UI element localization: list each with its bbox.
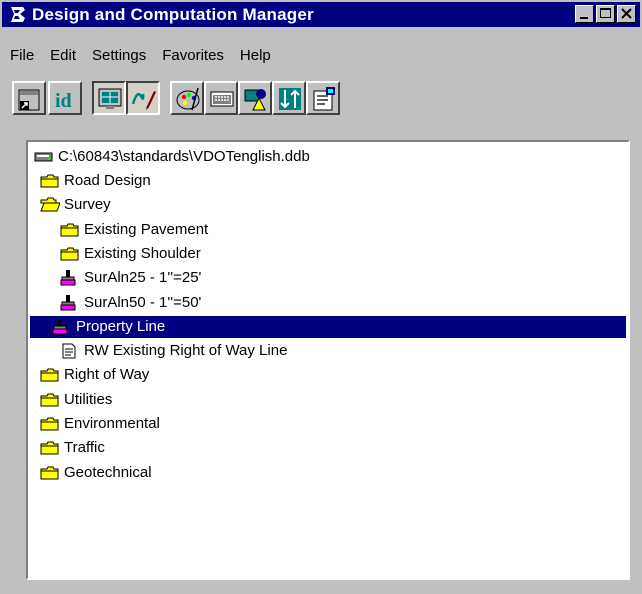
folder-icon bbox=[40, 440, 60, 456]
menu-bar: File Edit Settings Favorites Help bbox=[2, 44, 279, 68]
id-icon: id bbox=[55, 90, 72, 112]
window-title: Design and Computation Manager bbox=[32, 5, 314, 24]
tree-item-road-design[interactable]: Road Design bbox=[32, 170, 151, 192]
tool-monitor-button[interactable] bbox=[92, 81, 126, 115]
tree-item-traffic[interactable]: Traffic bbox=[32, 437, 105, 459]
tree-item-label: Geotechnical bbox=[64, 463, 152, 481]
menu-favorites[interactable]: Favorites bbox=[154, 44, 232, 68]
tree-item-label: Existing Pavement bbox=[84, 220, 209, 238]
tree-item-label: Property Line bbox=[76, 317, 166, 335]
tree-item-suraln25-1-25[interactable]: SurAln25 - 1''=25' bbox=[52, 267, 201, 289]
folder-icon bbox=[40, 367, 60, 383]
tree-root-label: C:\60843\standards\VDOTenglish.ddb bbox=[58, 148, 310, 165]
monitor-icon bbox=[98, 88, 122, 109]
place-cell-icon bbox=[18, 89, 40, 111]
draw-pen-icon bbox=[131, 91, 156, 110]
menu-edit[interactable]: Edit bbox=[42, 44, 84, 68]
drive-icon bbox=[34, 149, 54, 165]
tool-properties-button[interactable] bbox=[306, 81, 340, 115]
tree-item-suraln50-1-50[interactable]: SurAln50 - 1''=50' bbox=[52, 292, 201, 314]
tool-draw-pen-button[interactable] bbox=[126, 81, 160, 115]
menu-file[interactable]: File bbox=[2, 44, 42, 68]
document-icon bbox=[60, 343, 80, 359]
tree-root[interactable]: C:\60843\standards\VDOTenglish.ddb bbox=[34, 146, 310, 168]
tree-item-label: Utilities bbox=[64, 390, 113, 408]
tree-item-label: SurAln25 - 1''=25' bbox=[84, 269, 202, 287]
tree-view[interactable]: C:\60843\standards\VDOTenglish.ddb Road … bbox=[26, 140, 630, 580]
tree-item-utilities[interactable]: Utilities bbox=[32, 389, 112, 411]
tree-item-existing-pavement[interactable]: Existing Pavement bbox=[52, 219, 208, 241]
folder-icon bbox=[40, 173, 60, 189]
brush-icon bbox=[60, 294, 80, 311]
maximize-icon bbox=[600, 8, 611, 18]
tree-item-label: Existing Shoulder bbox=[84, 244, 201, 262]
tree-item-label: SurAln50 - 1''=50' bbox=[84, 293, 202, 311]
tree-item-right-of-way[interactable]: Right of Way bbox=[32, 364, 149, 386]
brush-icon bbox=[60, 270, 80, 286]
palette-icon bbox=[176, 87, 200, 111]
brush-icon bbox=[52, 318, 72, 335]
title-bar[interactable]: Design and Computation Manager bbox=[2, 2, 640, 27]
sort-icon bbox=[279, 88, 301, 110]
tree-item-label: Survey bbox=[64, 196, 111, 214]
menu-settings[interactable]: Settings bbox=[84, 44, 154, 68]
keyboard-icon bbox=[210, 91, 234, 107]
dcm-window: Design and Computation Manager File Edit… bbox=[0, 0, 642, 594]
tree-item-label: Traffic bbox=[64, 439, 105, 457]
minimize-icon bbox=[580, 17, 588, 19]
tree-item-label: Environmental bbox=[64, 415, 160, 432]
tool-sort-button[interactable] bbox=[272, 81, 306, 115]
maximize-button[interactable] bbox=[596, 5, 615, 23]
tree-item-existing-shoulder[interactable]: Existing Shoulder bbox=[52, 243, 201, 265]
shapes-icon bbox=[244, 89, 266, 111]
folder-icon bbox=[40, 392, 60, 408]
folder-icon bbox=[60, 222, 80, 238]
tree-item-environmental[interactable]: Environmental bbox=[32, 413, 160, 435]
tree-item-property-line[interactable]: Property Line bbox=[30, 315, 626, 338]
folder-icon bbox=[40, 465, 60, 481]
app-logo-icon bbox=[11, 7, 25, 22]
close-button[interactable] bbox=[617, 5, 636, 23]
tree-item-label: Right of Way bbox=[64, 366, 150, 384]
tree-item-survey[interactable]: Survey bbox=[32, 194, 111, 216]
tool-shapes-button[interactable] bbox=[238, 81, 272, 115]
properties-icon bbox=[313, 87, 335, 111]
tree-item-geotechnical[interactable]: Geotechnical bbox=[32, 462, 152, 484]
folder-icon bbox=[40, 416, 60, 432]
tool-keyboard-button[interactable] bbox=[204, 81, 238, 115]
tool-palette-button[interactable] bbox=[170, 81, 204, 115]
close-icon bbox=[621, 8, 632, 19]
tool-id-button[interactable]: id bbox=[48, 81, 82, 115]
tree-item-label: Road Design bbox=[64, 172, 151, 189]
open-folder-icon bbox=[40, 197, 61, 213]
tool-place-cell-button[interactable] bbox=[12, 81, 46, 115]
menu-help[interactable]: Help bbox=[232, 44, 279, 68]
tree-item-label: RW Existing Right of Way Line bbox=[84, 342, 288, 360]
tree-item-rw-existing-right-of-way-line[interactable]: RW Existing Right of Way Line bbox=[52, 340, 287, 362]
svg-text:id: id bbox=[55, 90, 72, 112]
folder-icon bbox=[60, 246, 80, 262]
minimize-button[interactable] bbox=[575, 5, 594, 23]
